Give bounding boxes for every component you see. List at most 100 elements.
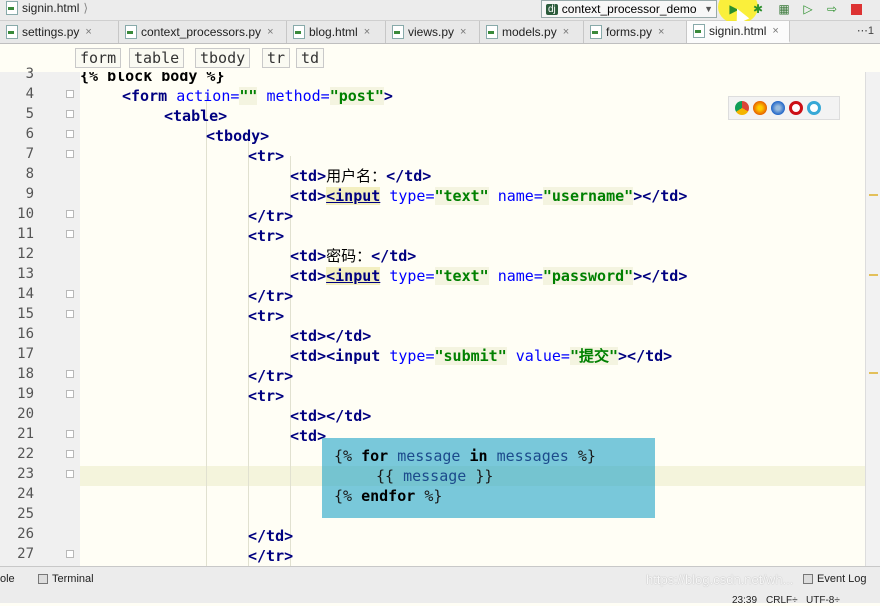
run-config-label: context_processor_demo [561, 2, 697, 16]
fold-icon[interactable] [66, 110, 74, 118]
file-breadcrumb[interactable]: signin.html ⟩ [6, 1, 88, 15]
code-line-10: </tr> [248, 207, 294, 225]
code-line-13: <td><input type="text" name="password"><… [290, 267, 688, 285]
line-number: 5 [25, 106, 34, 122]
watermark-text: https://blog.csdn.net/wh... [646, 572, 794, 587]
tag-crumb-table[interactable]: table [129, 48, 185, 68]
close-icon[interactable]: × [658, 26, 664, 38]
tab-signin-html[interactable]: signin.html × [687, 21, 790, 43]
fold-icon[interactable] [66, 130, 74, 138]
close-icon[interactable]: × [364, 26, 370, 38]
error-stripe[interactable] [865, 72, 880, 566]
tab-blog-html[interactable]: blog.html × [287, 21, 386, 43]
code-line-21: <td> [290, 427, 327, 445]
event-log-button[interactable]: Event Log [803, 573, 867, 585]
close-icon[interactable]: × [460, 26, 466, 38]
line-number: 18 [17, 366, 34, 382]
close-icon[interactable]: × [563, 26, 569, 38]
line-number: 16 [17, 326, 34, 342]
tag-crumb-form[interactable]: form [75, 48, 122, 68]
tab-label: signin.html [709, 24, 767, 38]
line-number: 14 [17, 286, 34, 302]
tool-window-partial[interactable]: ole [0, 573, 15, 585]
close-icon[interactable]: × [772, 25, 778, 37]
tab-label: context_processors.py [141, 25, 262, 39]
tab-label: views.py [408, 25, 455, 39]
close-icon[interactable]: × [85, 26, 91, 38]
line-number: 11 [17, 226, 34, 242]
code-line-7: <tr> [248, 147, 285, 165]
terminal-button[interactable]: Terminal [38, 573, 94, 585]
line-number: 7 [25, 146, 34, 162]
python-file-icon [392, 25, 404, 39]
line-number-gutter[interactable]: 3 4 5 6 7 8 9 10 11 12 13 14 15 16 17 18… [0, 66, 80, 566]
code-line-18: </tr> [248, 367, 294, 385]
fold-icon[interactable] [66, 150, 74, 158]
code-line-9: <td><input type="text" name="username"><… [290, 187, 688, 205]
warning-marker[interactable] [869, 194, 878, 196]
ie-icon[interactable] [807, 101, 821, 115]
tab-label: models.py [502, 25, 557, 39]
title-bar: signin.html ⟩ dj context_processor_demo … [0, 0, 880, 25]
close-icon[interactable]: × [267, 26, 273, 38]
file-encoding[interactable]: UTF-8÷ [806, 595, 840, 606]
fold-icon[interactable] [66, 90, 74, 98]
warning-marker[interactable] [869, 372, 878, 374]
concurrency-icon[interactable]: ⇨ [824, 1, 840, 17]
line-number: 20 [17, 406, 34, 422]
fold-icon[interactable] [66, 470, 74, 478]
tab-views-py[interactable]: views.py × [386, 21, 480, 43]
python-file-icon [6, 25, 18, 39]
line-number: 9 [25, 186, 34, 202]
tag-crumb-tbody[interactable]: tbody [195, 48, 251, 68]
tab-forms-py[interactable]: forms.py × [584, 21, 687, 43]
line-number: 19 [17, 386, 34, 402]
code-line-24: {% endfor %} [334, 487, 443, 505]
fold-icon[interactable] [66, 430, 74, 438]
line-number: 10 [17, 206, 34, 222]
tab-models-py[interactable]: models.py × [480, 21, 584, 43]
debug-icon[interactable]: ✱ [750, 1, 766, 17]
fold-icon[interactable] [66, 370, 74, 378]
line-number: 6 [25, 126, 34, 142]
code-line-11: <tr> [248, 227, 285, 245]
code-line-12: <td>密码：</td> [290, 247, 417, 265]
line-number: 3 [25, 66, 34, 82]
code-line-22: {% for message in messages %} [334, 447, 596, 465]
code-line-15: <tr> [248, 307, 285, 325]
django-icon: dj [546, 3, 558, 15]
fold-icon[interactable] [66, 450, 74, 458]
code-line-16: <td></td> [290, 327, 372, 345]
fold-icon[interactable] [66, 230, 74, 238]
opera-icon[interactable] [789, 101, 803, 115]
fold-icon[interactable] [66, 390, 74, 398]
safari-icon[interactable] [771, 101, 785, 115]
indent-guide [248, 136, 249, 566]
tab-settings-py[interactable]: settings.py × [0, 21, 119, 43]
chrome-icon[interactable] [735, 101, 749, 115]
tag-crumb-td[interactable]: td [296, 48, 325, 68]
coverage-icon[interactable]: ▦ [776, 1, 792, 17]
tag-crumb-tr[interactable]: tr [262, 48, 291, 68]
line-number: 23 [17, 466, 34, 482]
fold-icon[interactable] [66, 210, 74, 218]
warning-marker[interactable] [869, 274, 878, 276]
html-file-icon [293, 25, 305, 39]
firefox-icon[interactable] [753, 101, 767, 115]
tab-context-processors-py[interactable]: context_processors.py × [119, 21, 287, 43]
profile-icon[interactable]: ▷ [800, 1, 816, 17]
fold-icon[interactable] [66, 550, 74, 558]
stop-icon[interactable] [848, 1, 864, 17]
tab-overflow-menu[interactable]: ⋯1 [857, 24, 874, 37]
fold-icon[interactable] [66, 290, 74, 298]
run-configuration-select[interactable]: dj context_processor_demo ▼ [541, 0, 717, 18]
fold-icon[interactable] [66, 310, 74, 318]
caret-position[interactable]: 23:39 [732, 595, 757, 606]
code-line-6: <tbody> [206, 127, 270, 145]
breadcrumb-file-label: signin.html [22, 1, 80, 15]
line-number: 25 [17, 506, 34, 522]
code-line-5: <table> [164, 107, 228, 125]
code-line-19: <tr> [248, 387, 285, 405]
line-number: 13 [17, 266, 34, 282]
line-separator[interactable]: CRLF÷ [766, 595, 798, 606]
